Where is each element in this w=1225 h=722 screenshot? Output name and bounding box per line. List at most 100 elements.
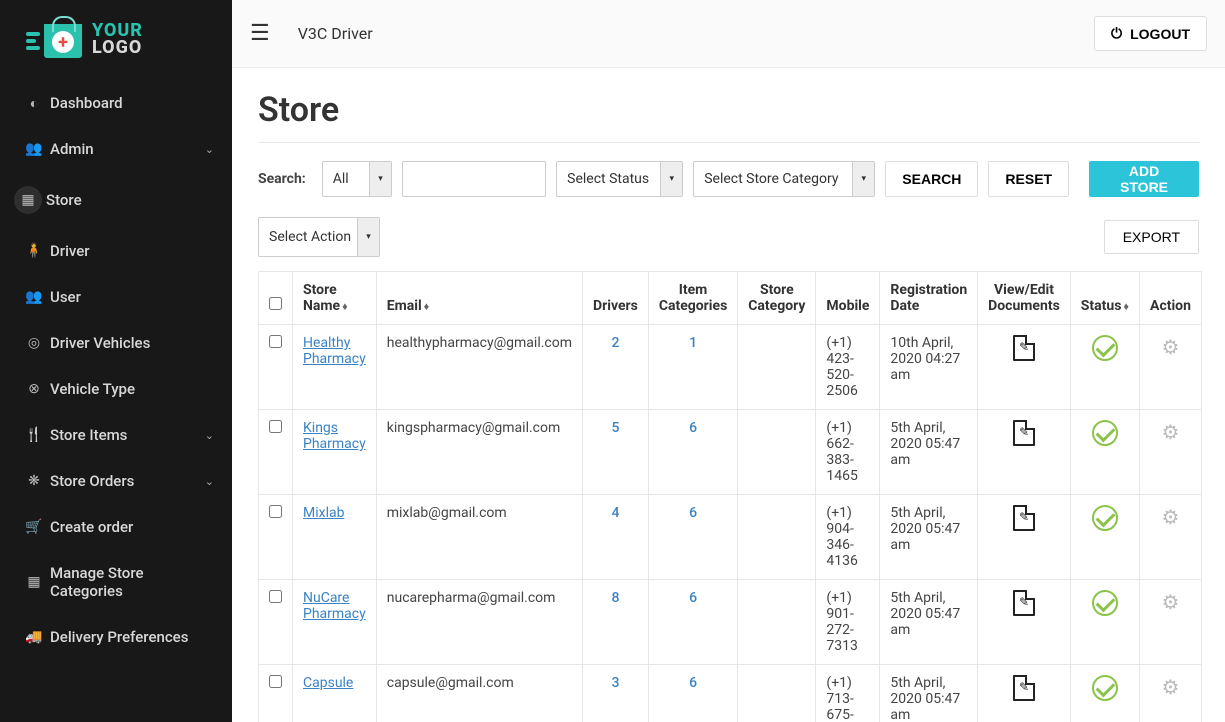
status-ok-icon[interactable] — [1092, 675, 1118, 701]
status-ok-icon[interactable] — [1092, 420, 1118, 446]
sidebar-item-delivery-preferences[interactable]: 🚚Delivery Preferences — [0, 614, 232, 660]
table-row: Capsulecapsule@gmail.com36(+1) 713-675-5… — [259, 665, 1202, 722]
sidebar-item-store-orders[interactable]: ❋Store Orders⌄ — [0, 458, 232, 504]
reset-button[interactable]: RESET — [988, 161, 1069, 197]
row-checkbox[interactable] — [269, 420, 282, 433]
col-status[interactable]: Status♦ — [1070, 272, 1139, 325]
item-categories-link[interactable]: 6 — [689, 590, 697, 606]
sidebar-item-manage-store-categories[interactable]: ▦Manage Store Categories — [0, 550, 232, 614]
logout-button[interactable]: ⏻ LOGOUT — [1094, 16, 1207, 51]
reg-date-cell: 5th April, 2020 05:47 am — [880, 665, 978, 722]
search-input[interactable] — [402, 161, 546, 197]
filter-bar: Search: All▾ Select Status▾ Select Store… — [258, 161, 1199, 197]
truck-icon: 🚚 — [18, 629, 50, 645]
sidebar-item-label: Admin — [50, 140, 205, 158]
status-ok-icon[interactable] — [1092, 590, 1118, 616]
item-categories-link[interactable]: 6 — [689, 505, 697, 521]
col-action: Action — [1140, 272, 1202, 325]
store-email: capsule@gmail.com — [376, 665, 582, 722]
store-category-cell — [738, 325, 816, 410]
sidebar-item-user[interactable]: 👥User — [0, 274, 232, 320]
sidebar-item-label: Store Items — [50, 426, 205, 444]
sidebar-item-driver-vehicles[interactable]: ◎Driver Vehicles — [0, 320, 232, 366]
add-store-button[interactable]: ADD STORE — [1089, 161, 1199, 197]
sidebar-item-store[interactable]: ▦Store — [0, 172, 232, 228]
sidebar-item-label: Driver Vehicles — [50, 334, 214, 352]
table-row: Healthy Pharmacyhealthypharmacy@gmail.co… — [259, 325, 1202, 410]
item-categories-link[interactable]: 1 — [689, 335, 697, 351]
status-select[interactable]: Select Status▾ — [556, 161, 683, 197]
edit-documents-icon[interactable] — [1013, 335, 1035, 361]
chevron-down-icon: ⌄ — [205, 143, 214, 156]
gear-icon[interactable]: ⚙ — [1162, 335, 1180, 359]
dashboard-icon: ◐ — [18, 95, 50, 112]
col-store-name[interactable]: Store Name♦ — [293, 272, 377, 325]
logo-line2: LOGO — [92, 39, 143, 56]
users-icon: 👥 — [18, 289, 50, 305]
store-icon: ▦ — [14, 192, 42, 208]
power-icon: ⏻ — [1111, 25, 1122, 42]
store-name-link[interactable]: Kings Pharmacy — [303, 420, 366, 452]
reg-date-cell: 5th April, 2020 05:47 am — [880, 580, 978, 665]
store-email: mixlab@gmail.com — [376, 495, 582, 580]
orders-icon: ❋ — [18, 473, 50, 489]
store-category-cell — [738, 410, 816, 495]
sidebar-item-label: Dashboard — [50, 94, 214, 112]
row-checkbox[interactable] — [269, 505, 282, 518]
export-button[interactable]: EXPORT — [1104, 220, 1199, 254]
row-checkbox[interactable] — [269, 590, 282, 603]
sidebar-item-admin[interactable]: 👥Admin⌄ — [0, 126, 232, 172]
col-store-category: Store Category — [738, 272, 816, 325]
select-all-checkbox[interactable] — [269, 297, 282, 310]
edit-documents-icon[interactable] — [1013, 420, 1035, 446]
filter-all-select[interactable]: All▾ — [322, 161, 392, 197]
store-category-cell — [738, 495, 816, 580]
store-name-link[interactable]: Mixlab — [303, 505, 344, 521]
category-select[interactable]: Select Store Category▾ — [693, 161, 875, 197]
mobile-cell: (+1) 904-346-4136 — [816, 495, 880, 580]
store-name-link[interactable]: Capsule — [303, 675, 353, 691]
store-name-link[interactable]: NuCare Pharmacy — [303, 590, 366, 622]
search-button[interactable]: SEARCH — [885, 161, 978, 197]
sidebar-item-store-items[interactable]: 🍴Store Items⌄ — [0, 412, 232, 458]
sidebar-item-label: Store — [46, 191, 214, 209]
status-ok-icon[interactable] — [1092, 505, 1118, 531]
bulk-action-select[interactable]: Select Action▾ — [258, 217, 380, 257]
page-title: Store — [258, 90, 1199, 130]
mobile-cell: (+1) 901-272-7313 — [816, 580, 880, 665]
table-row: Mixlab mixlab@gmail.com 4 6 (+1) 904-346-413… — [259, 495, 1202, 580]
target-icon: ◎ — [18, 335, 50, 351]
drivers-link[interactable]: 8 — [611, 590, 619, 606]
logo[interactable]: + YOUR LOGO — [0, 0, 232, 74]
sidebar: + YOUR LOGO ◐Dashboard👥Admin⌄▦Store🧍Driv… — [0, 0, 232, 722]
table-row: Kings Pharmacykingspharmacy@gmail.com56(… — [259, 410, 1202, 495]
stores-table: Store Name♦ Email♦ Drivers Item Categori… — [258, 271, 1202, 722]
drivers-link[interactable]: 4 — [611, 505, 619, 521]
item-categories-link[interactable]: 6 — [689, 420, 697, 436]
table-row: NuCare Pharmacy nucarepharma@gmail.com 8 6 (… — [259, 580, 1202, 665]
sidebar-item-create-order[interactable]: 🛒Create order — [0, 504, 232, 550]
row-checkbox[interactable] — [269, 335, 282, 348]
item-categories-link[interactable]: 6 — [689, 675, 697, 691]
sidebar-item-vehicle-type[interactable]: ⊗Vehicle Type — [0, 366, 232, 412]
drivers-link[interactable]: 3 — [611, 675, 619, 691]
menu-toggle-icon[interactable]: ☰ — [250, 21, 270, 46]
drivers-link[interactable]: 2 — [611, 335, 619, 351]
edit-documents-icon[interactable] — [1013, 505, 1035, 531]
edit-documents-icon[interactable] — [1013, 675, 1035, 701]
gear-icon[interactable]: ⚙ — [1162, 420, 1180, 444]
gear-icon[interactable]: ⚙ — [1162, 505, 1180, 529]
edit-documents-icon[interactable] — [1013, 590, 1035, 616]
sidebar-item-driver[interactable]: 🧍Driver — [0, 228, 232, 274]
reg-date-cell: 5th April, 2020 05:47 am — [880, 410, 978, 495]
sidebar-item-dashboard[interactable]: ◐Dashboard — [0, 80, 232, 126]
topbar: ☰ V3C Driver ⏻ LOGOUT — [232, 0, 1225, 68]
gear-icon[interactable]: ⚙ — [1162, 590, 1180, 614]
drivers-link[interactable]: 5 — [611, 420, 619, 436]
gear-icon[interactable]: ⚙ — [1162, 675, 1180, 699]
status-ok-icon[interactable] — [1092, 335, 1118, 361]
store-email: nucarepharma@gmail.com — [376, 580, 582, 665]
col-email[interactable]: Email♦ — [376, 272, 582, 325]
row-checkbox[interactable] — [269, 675, 282, 688]
store-name-link[interactable]: Healthy Pharmacy — [303, 335, 366, 367]
